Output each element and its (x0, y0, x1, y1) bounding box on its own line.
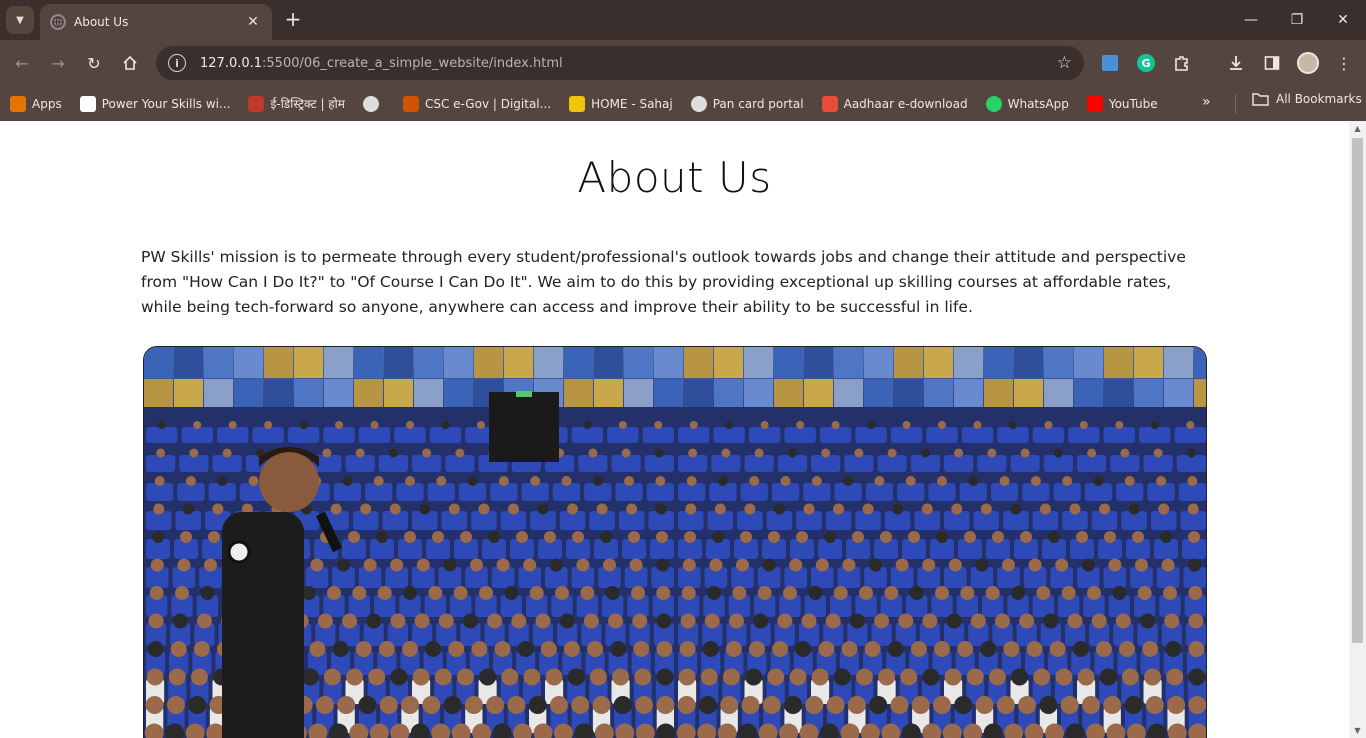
auditorium-photo (143, 346, 1207, 738)
whatsapp-icon (985, 95, 1002, 112)
url-path: :5500/06_create_a_simple_website/index.h… (262, 55, 563, 71)
scroll-up-icon[interactable]: ▲ (1349, 124, 1366, 133)
chevron-down-icon: ▼ (16, 14, 24, 26)
grammarly-icon[interactable]: G (1135, 52, 1157, 74)
mission-paragraph: PW Skills' mission is to permeate throug… (141, 248, 1186, 316)
bookmark-label: Apps (32, 96, 62, 111)
site-info-icon[interactable]: i (168, 54, 186, 72)
tab-title: About Us (74, 15, 129, 29)
url-text[interactable]: 127.0.0.1:5500/06_create_a_simple_websit… (200, 56, 1057, 71)
bookmark-label: HOME - Sahaj (591, 96, 673, 111)
bookmark-label: YouTube (1108, 96, 1158, 111)
globe-icon (362, 95, 379, 112)
minimize-button[interactable]: — (1228, 0, 1274, 40)
extensions-puzzle-icon[interactable] (1171, 52, 1193, 74)
tab-search-button[interactable]: ▼ (6, 6, 34, 34)
bookmark-label: Pan card portal (712, 96, 804, 111)
reload-button[interactable]: ↻ (81, 50, 107, 76)
bookmark-item[interactable]: Power Your Skills wi... (79, 95, 231, 112)
active-tab[interactable]: About Us ✕ (40, 4, 272, 40)
bookmark-item[interactable]: Apps (10, 95, 62, 112)
bookmark-item[interactable]: CSC e-Gov | Digital... (402, 95, 552, 112)
download-icon[interactable] (1225, 52, 1247, 74)
profile-avatar[interactable] (1297, 52, 1319, 74)
bookmark-item[interactable] (362, 95, 385, 112)
globe-icon (50, 14, 66, 30)
browser-toolbar: ← → ↻ i 127.0.0.1:5500/06_create_a_simpl… (0, 40, 1366, 86)
tab-strip: ▼ About Us ✕ + — ❐ ✕ (0, 0, 1366, 40)
translate-extension-icon[interactable] (1099, 52, 1121, 74)
scroll-down-icon[interactable]: ▼ (1349, 726, 1366, 735)
bookmark-item[interactable]: WhatsApp (985, 95, 1069, 112)
globe-icon (690, 95, 707, 112)
bookmark-label: Power Your Skills wi... (101, 96, 231, 111)
bookmark-label: Aadhaar e-download (843, 96, 968, 111)
url-host: 127.0.0.1 (200, 55, 263, 71)
bookmark-item[interactable]: Aadhaar e-download (821, 95, 968, 112)
all-bookmarks-button[interactable]: All Bookmarks (1252, 92, 1362, 106)
folder-icon (1252, 93, 1269, 106)
home-button[interactable] (117, 50, 143, 76)
scroll-thumb[interactable] (1352, 138, 1363, 643)
address-bar[interactable]: i 127.0.0.1:5500/06_create_a_simple_webs… (156, 46, 1084, 80)
bookmarks-bar: Apps Power Your Skills wi... ई-डिस्ट्रिक्ट… (0, 86, 1366, 121)
forward-arrow-icon: → (51, 53, 65, 73)
bookmark-item[interactable]: YouTube (1086, 95, 1158, 112)
close-window-button[interactable]: ✕ (1320, 0, 1366, 40)
bookmark-item[interactable]: ई-डिस्ट्रिक्ट | होम (248, 95, 345, 112)
new-tab-button[interactable]: + (282, 8, 304, 30)
sahaj-icon (569, 95, 586, 112)
page-title: About Us (577, 153, 772, 202)
all-bookmarks-label: All Bookmarks (1276, 92, 1362, 106)
home-icon (123, 55, 137, 70)
page-content: About Us PW Skills' mission is to permea… (0, 121, 1349, 738)
bookmark-label: ई-डिस्ट्रिक्ट | होम (270, 97, 345, 111)
window-controls: — ❐ ✕ (1228, 0, 1366, 40)
menu-kebab-icon[interactable]: ⋮ (1333, 52, 1355, 74)
bookmark-item[interactable]: Pan card portal (690, 95, 804, 112)
reload-icon: ↻ (87, 53, 101, 73)
back-button[interactable]: ← (9, 50, 35, 76)
side-panel-icon[interactable] (1261, 52, 1283, 74)
youtube-icon (1086, 95, 1103, 112)
back-arrow-icon: ← (15, 53, 29, 73)
close-tab-icon[interactable]: ✕ (244, 14, 262, 30)
aadhaar-icon (821, 95, 838, 112)
edistrict-icon (248, 95, 265, 112)
bookmark-item[interactable]: HOME - Sahaj (569, 95, 673, 112)
apps-grid-icon (10, 95, 26, 112)
bookmark-label: CSC e-Gov | Digital... (424, 96, 552, 111)
bookmarks-divider (1235, 94, 1236, 114)
csc-icon (402, 95, 419, 112)
pw-logo-icon (79, 95, 96, 112)
page-scrollbar[interactable]: ▲ ▼ (1349, 121, 1366, 738)
bookmark-star-icon[interactable]: ☆ (1057, 53, 1072, 73)
forward-button[interactable]: → (45, 50, 71, 76)
more-bookmarks-icon[interactable]: » (1202, 94, 1211, 110)
bookmark-label: WhatsApp (1007, 96, 1069, 111)
restore-button[interactable]: ❐ (1274, 0, 1320, 40)
